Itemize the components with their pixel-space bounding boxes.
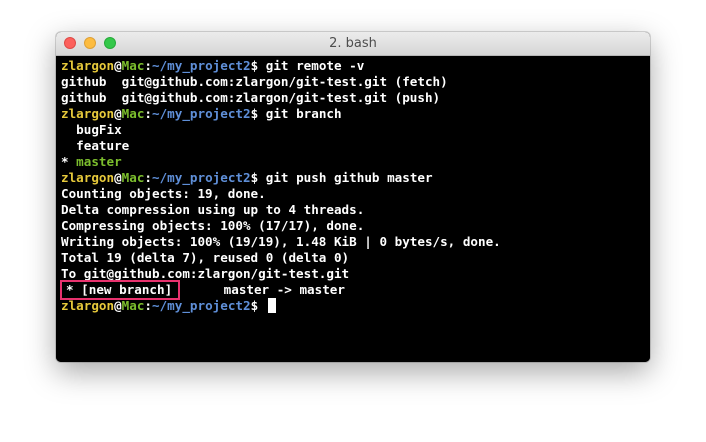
prompt-path: ~/my_project2 [152, 170, 251, 185]
terminal-line: Total 19 (delta 7), reused 0 (delta 0) [61, 250, 650, 266]
terminal-line: Delta compression using up to 4 threads. [61, 202, 650, 218]
prompt-dollar: $ [250, 58, 266, 73]
output-text: Writing objects: 100% (19/19), 1.48 KiB … [61, 234, 501, 249]
prompt-user: zlargon [61, 170, 115, 185]
branch-mapping: master -> master [178, 282, 345, 297]
command-text: git branch [265, 106, 342, 121]
prompt-dollar: $ [250, 170, 266, 185]
prompt-at: @ [114, 170, 122, 185]
command-text: git push github master [265, 170, 433, 185]
prompt-path: ~/my_project2 [152, 106, 251, 121]
terminal-line: zlargon@Mac:~/my_project2$ git remote -v [61, 58, 650, 74]
terminal-window: 2. bash zlargon@Mac:~/my_project2$ git r… [56, 32, 650, 362]
terminal-line: zlargon@Mac:~/my_project2$ git push gith… [61, 170, 650, 186]
output-text: Counting objects: 19, done. [61, 186, 266, 201]
terminal-line: bugFix [61, 122, 650, 138]
terminal-line: github git@github.com:zlargon/git-test.g… [61, 74, 650, 90]
terminal-line: zlargon@Mac:~/my_project2$ [61, 298, 650, 314]
output-text: Delta compression using up to 4 threads. [61, 202, 365, 217]
prompt-separator: : [144, 58, 153, 73]
prompt-host: Mac [121, 106, 145, 121]
terminal-line: github git@github.com:zlargon/git-test.g… [61, 90, 650, 106]
prompt-at: @ [114, 298, 122, 313]
terminal-line: Counting objects: 19, done. [61, 186, 650, 202]
prompt-path: ~/my_project2 [152, 298, 251, 313]
output-text: feature [61, 138, 130, 153]
title-bar: 2. bash [56, 32, 650, 56]
text-cursor [267, 298, 276, 313]
output-text: github git@github.com:zlargon/git-test.g… [61, 74, 448, 89]
prompt-dollar: $ [250, 298, 266, 313]
output-text: To git@github.com:zlargon/git-test.git [61, 266, 350, 281]
command-text: git remote -v [265, 58, 365, 73]
terminal-line: Compressing objects: 100% (17/17), done. [61, 218, 650, 234]
output-text: Total 19 (delta 7), reused 0 (delta 0) [61, 250, 350, 265]
prompt-host: Mac [121, 170, 145, 185]
output-text: Compressing objects: 100% (17/17), done. [61, 218, 365, 233]
prompt-user: zlargon [61, 58, 115, 73]
prompt-path: ~/my_project2 [152, 58, 251, 73]
prompt-at: @ [114, 106, 122, 121]
output-text: bugFix [61, 122, 122, 137]
terminal-output[interactable]: zlargon@Mac:~/my_project2$ git remote -v… [56, 56, 650, 362]
prompt-user: zlargon [61, 298, 115, 313]
terminal-line: To git@github.com:zlargon/git-test.git [61, 266, 650, 282]
window-title: 2. bash [329, 36, 377, 51]
current-branch-name: master [76, 154, 122, 169]
prompt-host: Mac [121, 58, 145, 73]
terminal-line: * [new branch] master -> master [59, 280, 650, 300]
highlighted-new-branch: * [new branch] [59, 280, 181, 300]
terminal-line: feature [61, 138, 650, 154]
terminal-line: zlargon@Mac:~/my_project2$ git branch [61, 106, 650, 122]
prompt-separator: : [144, 170, 153, 185]
output-text: github git@github.com:zlargon/git-test.g… [61, 90, 441, 105]
current-branch-marker: * [61, 154, 77, 169]
terminal-line: * master [61, 154, 650, 170]
prompt-dollar: $ [250, 106, 266, 121]
prompt-separator: : [144, 298, 153, 313]
prompt-host: Mac [121, 298, 145, 313]
prompt-user: zlargon [61, 106, 115, 121]
prompt-separator: : [144, 106, 153, 121]
prompt-at: @ [114, 58, 122, 73]
terminal-line: Writing objects: 100% (19/19), 1.48 KiB … [61, 234, 650, 250]
